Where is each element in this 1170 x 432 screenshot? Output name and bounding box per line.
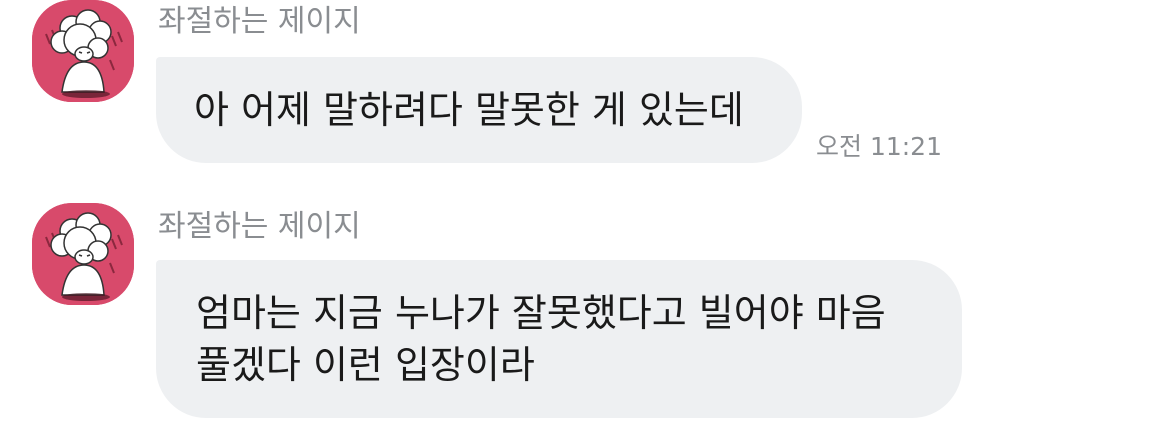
message-text-line: 풀겠다 이런 입장이라: [196, 343, 535, 387]
sender-avatar[interactable]: [32, 0, 134, 102]
sender-avatar[interactable]: [32, 203, 134, 305]
frustrated-character-avatar-icon: [32, 203, 134, 305]
message-bubble[interactable]: 엄마는 지금 누나가 잘못했다고 빌어야 마음 풀겠다 이런 입장이라: [156, 260, 962, 418]
message-bubble[interactable]: 아 어제 말하려다 말못한 게 있는데: [156, 57, 802, 163]
sender-name: 좌절하는 제이지: [158, 209, 361, 244]
message-timestamp: 오전 11:21: [816, 132, 942, 161]
message-text: 아 어제 말하려다 말못한 게 있는데: [194, 88, 744, 132]
message-text-line: 엄마는 지금 누나가 잘못했다고 빌어야 마음: [196, 291, 886, 335]
sender-name: 좌절하는 제이지: [158, 4, 361, 39]
frustrated-character-avatar-icon: [32, 0, 134, 102]
chat-transcript: 좌절하는 제이지 아 어제 말하려다 말못한 게 있는데 오전 11:21 좌절…: [0, 0, 1170, 432]
